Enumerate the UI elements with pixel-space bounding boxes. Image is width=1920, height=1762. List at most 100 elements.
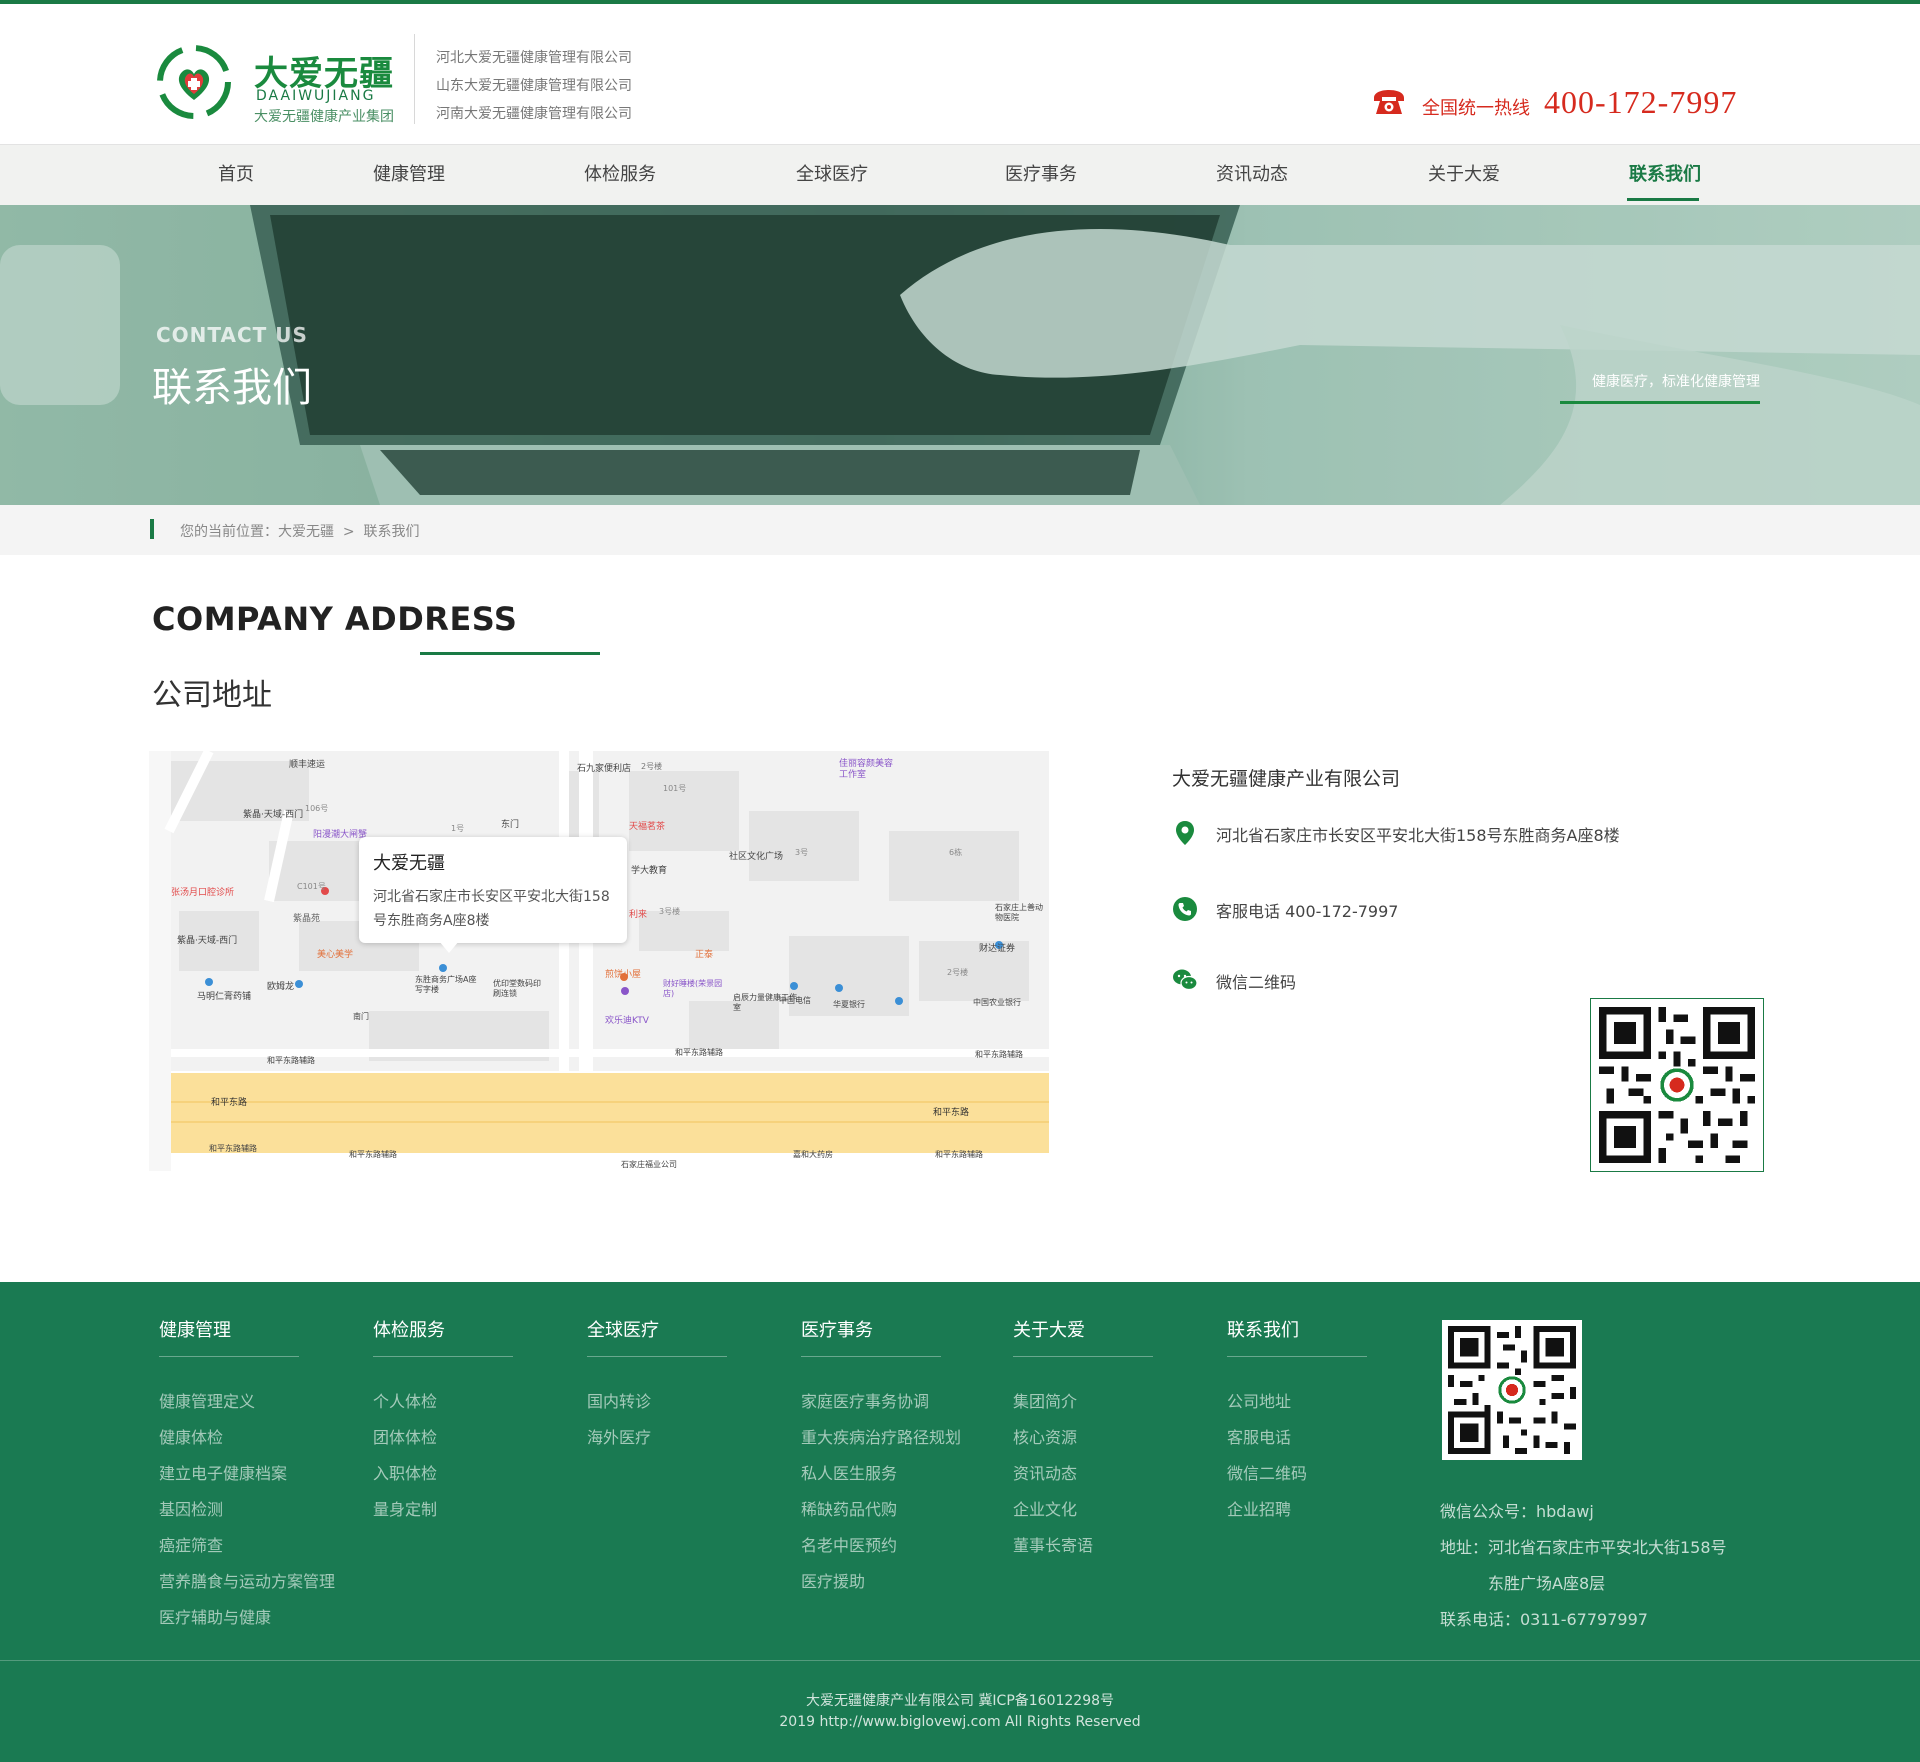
contact-company-name: 大爱无疆健康产业有限公司 [1172, 768, 1401, 790]
map-label: 2号楼 [947, 968, 969, 977]
footer-col-title[interactable]: 全球医疗 [587, 1316, 659, 1342]
breadcrumb-home-link[interactable]: 大爱无疆 [278, 524, 334, 540]
footer-link[interactable]: 企业招聘 [1227, 1496, 1291, 1520]
qr-code-image [1448, 1326, 1576, 1454]
logo-pinyin: DAAIWUJIANG [256, 88, 376, 104]
map-label: 优印堂数码印刷连锁 [493, 979, 541, 998]
breadcrumb-separator: > [342, 524, 355, 540]
map-label: 6栋 [949, 848, 963, 857]
footer-link[interactable]: 私人医生服务 [801, 1460, 897, 1484]
nav-item-medical-affairs[interactable]: 医疗事务 [1005, 145, 1077, 206]
footer-col-divider [1013, 1356, 1153, 1357]
breadcrumb-current[interactable]: 联系我们 [364, 524, 420, 540]
footer-link[interactable]: 微信二维码 [1227, 1460, 1307, 1484]
footer-link[interactable]: 企业文化 [1013, 1496, 1077, 1520]
footer-link[interactable]: 国内转诊 [587, 1388, 651, 1412]
footer-copyright-url: 2019 http://www.biglovewj.com All Rights… [779, 1714, 1141, 1730]
nav-item-health-management[interactable]: 健康管理 [373, 145, 445, 206]
footer-link[interactable]: 名老中医预约 [801, 1532, 897, 1556]
map-label: 和平东路辅路 [675, 1048, 723, 1057]
main-nav: 首页 健康管理 体检服务 全球医疗 医疗事务 资讯动态 关于大爱 联系我们 [0, 144, 1920, 205]
footer-link[interactable]: 医疗援助 [801, 1568, 865, 1592]
footer-col-divider [159, 1356, 299, 1357]
footer-link[interactable]: 核心资源 [1013, 1424, 1077, 1448]
map-label: 利来 [629, 910, 648, 920]
map-label: 1号 [451, 824, 465, 833]
map-popup-title: 大爱无疆 [373, 853, 445, 874]
footer-link[interactable]: 客服电话 [1227, 1424, 1291, 1448]
map-label: 石九家便利店 [577, 764, 632, 774]
footer-link[interactable]: 量身定制 [373, 1496, 437, 1520]
map-label: 东门 [501, 820, 520, 830]
footer-link[interactable]: 稀缺药品代购 [801, 1496, 897, 1520]
breadcrumb-prefix: 您的当前位置： [180, 524, 278, 540]
map-label: 煎饼小屋 [605, 970, 642, 980]
company-item: 河北大爱无疆健康管理有限公司 [436, 50, 632, 66]
map-info-popup[interactable]: 大爱无疆 河北省石家庄市长安区平安北大街158号东胜商务A座8楼 [359, 837, 627, 953]
map-label: 张汤月口腔诊所 [171, 888, 235, 898]
location-pin-icon [1176, 821, 1194, 845]
footer-col-title[interactable]: 医疗事务 [801, 1316, 873, 1342]
footer-link[interactable]: 集团简介 [1013, 1388, 1077, 1412]
footer-col-title[interactable]: 联系我们 [1227, 1316, 1299, 1342]
banner-slogan-underline [1560, 401, 1760, 404]
site-logo[interactable]: 大爱无疆 DAAIWUJIANG 大爱无疆健康产业集团 [156, 44, 396, 125]
nav-item-news[interactable]: 资讯动态 [1216, 145, 1288, 206]
site-header: 大爱无疆 DAAIWUJIANG 大爱无疆健康产业集团 河北大爱无疆健康管理有限… [0, 4, 1920, 144]
footer-link[interactable]: 健康体检 [159, 1424, 223, 1448]
footer-link[interactable]: 家庭医疗事务协调 [801, 1388, 929, 1412]
contact-wechat-label: 微信二维码 [1216, 973, 1297, 992]
footer-col-title[interactable]: 体检服务 [373, 1316, 445, 1342]
footer-tel: 联系电话：0311-67797997 [1440, 1610, 1648, 1629]
map-label: 石家庄上善动物医院 [995, 903, 1043, 922]
breadcrumb-text: 您的当前位置：大爱无疆 > 联系我们 [180, 521, 420, 541]
contact-address: 河北省石家庄市长安区平安北大街158号东胜商务A座8楼 [1216, 826, 1620, 845]
footer-link[interactable]: 癌症筛查 [159, 1532, 223, 1556]
footer-link[interactable]: 海外医疗 [587, 1424, 651, 1448]
footer-link[interactable]: 健康管理定义 [159, 1388, 255, 1412]
map-label: 紫晶苑 [293, 914, 321, 924]
map-label: 紫晶·天域-西门 [177, 936, 238, 946]
map-popup-address: 河北省石家庄市长安区平安北大街158号东胜商务A座8楼 [373, 889, 610, 929]
footer-link[interactable]: 入职体检 [373, 1460, 437, 1484]
nav-item-home[interactable]: 首页 [218, 145, 254, 206]
map-label: 3号 [795, 848, 809, 857]
header-divider [414, 34, 415, 124]
footer-wechat-account: 微信公众号：hbdawj [1440, 1502, 1594, 1521]
footer-col-title[interactable]: 健康管理 [159, 1316, 231, 1342]
banner-title-en: CONTACT US [156, 323, 308, 347]
footer-col-title[interactable]: 关于大爱 [1013, 1316, 1085, 1342]
wechat-icon [1173, 969, 1198, 991]
footer-link[interactable]: 医疗辅助与健康 [159, 1604, 271, 1628]
map-label: 2号楼 [641, 762, 663, 771]
map-popup-pointer [439, 941, 459, 953]
footer-link[interactable]: 重大疾病治疗路径规划 [801, 1424, 961, 1448]
footer-link[interactable]: 资讯动态 [1013, 1460, 1077, 1484]
footer-link[interactable]: 个人体检 [373, 1388, 437, 1412]
footer-col-divider [373, 1356, 513, 1357]
footer-link[interactable]: 董事长寄语 [1013, 1532, 1093, 1556]
footer-link[interactable]: 公司地址 [1227, 1388, 1291, 1412]
map-label: 财达证券 [979, 944, 1016, 954]
section-title-cn: 公司地址 [152, 678, 272, 713]
section-title-underline [420, 652, 600, 655]
map-label: 顺丰速运 [289, 760, 326, 770]
footer-link[interactable]: 团体体检 [373, 1424, 437, 1448]
nav-item-about[interactable]: 关于大爱 [1428, 145, 1500, 206]
logo-group-name: 大爱无疆健康产业集团 [254, 109, 394, 125]
map-label: 学大教育 [631, 866, 668, 876]
location-map[interactable]: 顺丰速运 石九家便利店 2号楼 佳丽容颜美容工作室 紫晶·天域-西门 106号 … [149, 751, 1049, 1171]
map-label: 社区文化广场 [729, 852, 784, 862]
map-label: 和平东路辅路 [267, 1056, 315, 1065]
map-label: 和平东路辅路 [935, 1150, 983, 1159]
nav-item-contact[interactable]: 联系我们 [1629, 145, 1701, 206]
map-label: 马明仁膏药铺 [197, 992, 252, 1002]
qr-code-image [1599, 1007, 1755, 1163]
footer-link[interactable]: 基因检测 [159, 1496, 223, 1520]
footer-col-divider [1227, 1356, 1367, 1357]
footer-link[interactable]: 营养膳食与运动方案管理 [159, 1568, 335, 1592]
footer-link[interactable]: 建立电子健康档案 [159, 1460, 287, 1484]
map-label: 3号楼 [659, 907, 681, 916]
nav-item-checkup[interactable]: 体检服务 [584, 145, 656, 206]
nav-item-global-medical[interactable]: 全球医疗 [796, 145, 868, 206]
